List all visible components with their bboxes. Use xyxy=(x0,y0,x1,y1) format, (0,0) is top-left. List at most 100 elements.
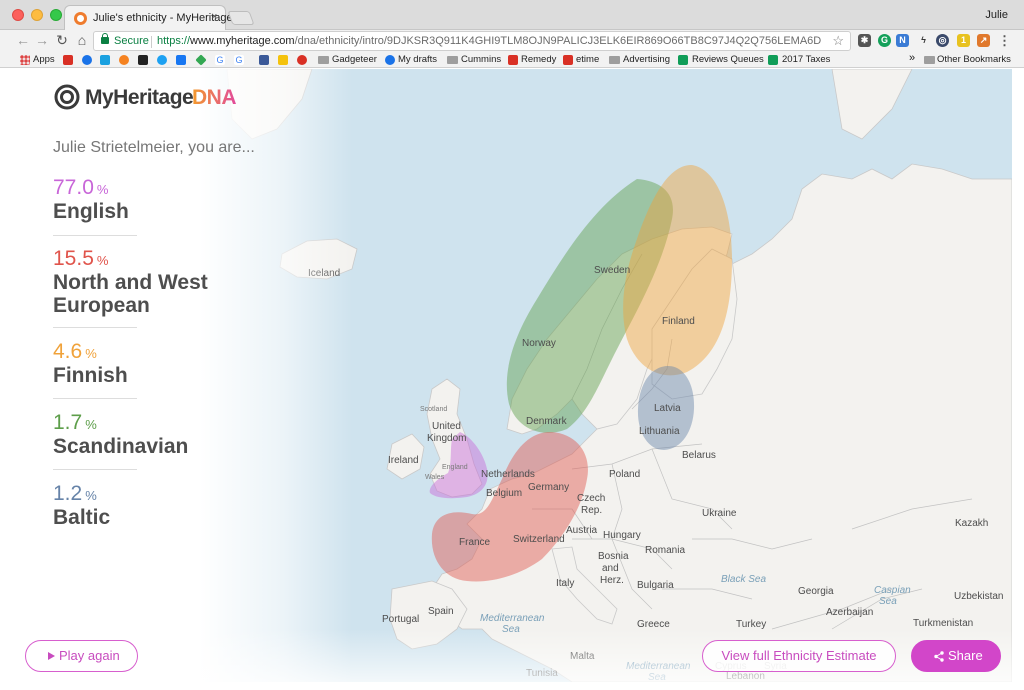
bookmark-etime[interactable]: etime xyxy=(576,54,599,65)
ethnicity-divider xyxy=(53,235,137,236)
myheritage-favicon-icon xyxy=(74,12,87,25)
drive-icon[interactable] xyxy=(195,54,207,66)
google-icon[interactable]: G xyxy=(215,55,225,65)
back-arrow-icon[interactable]: ← xyxy=(14,32,32,48)
map-label-finland: Finland xyxy=(662,316,695,327)
play-again-label: Play again xyxy=(59,648,120,663)
map-label-spain: Spain xyxy=(428,606,454,617)
minimize-window-button[interactable] xyxy=(31,9,43,21)
map-label-mediterranean-sea: Mediterranean xyxy=(480,613,545,624)
ethnicity-item-baltic[interactable]: 1.2% Baltic xyxy=(53,483,303,529)
maximize-window-button[interactable] xyxy=(50,9,62,21)
url-text[interactable]: https://www.myheritage.com/dna/ethnicity… xyxy=(157,35,822,47)
map-label-bulgaria: Bulgaria xyxy=(637,580,674,591)
bookmark-2017-taxes[interactable]: 2017 Taxes xyxy=(782,54,830,65)
bookmark-blue-icon[interactable] xyxy=(100,55,110,65)
ethnicity-percent: 15.5% xyxy=(53,248,303,271)
folder-icon xyxy=(924,56,935,64)
map-label-portugal: Portugal xyxy=(382,614,419,625)
bookmark-apps[interactable]: Apps xyxy=(33,54,55,65)
bookmarks-overflow-icon[interactable]: » xyxy=(909,52,915,64)
map-label-austria: Austria xyxy=(566,525,598,536)
map-label-england: England xyxy=(442,464,468,471)
ethnicity-percent-value: 77.0 xyxy=(53,176,94,199)
bookmark-star-icon[interactable]: ☆ xyxy=(832,33,844,49)
tab-close-icon[interactable]: × xyxy=(211,11,217,23)
sheet-icon xyxy=(768,55,778,65)
close-window-button[interactable] xyxy=(12,9,24,21)
grammarly-icon[interactable]: G xyxy=(878,34,891,47)
ethnicity-item-english[interactable]: 77.0% English xyxy=(53,177,303,223)
view-full-estimate-button[interactable]: View full Ethnicity Estimate xyxy=(702,640,896,672)
bookmark-yellow-icon[interactable] xyxy=(278,55,288,65)
bookmark-cummins[interactable]: Cummins xyxy=(461,54,501,65)
gear-icon[interactable] xyxy=(82,55,92,65)
facebook-icon[interactable] xyxy=(259,55,269,65)
ethnicity-divider xyxy=(53,398,137,399)
ethnicity-name: Baltic xyxy=(53,506,111,529)
new-tab-button[interactable] xyxy=(227,11,255,25)
gmail-icon[interactable] xyxy=(63,55,73,65)
reload-icon[interactable]: ↻ xyxy=(53,32,71,49)
bookmark-blue-2-icon[interactable] xyxy=(176,55,186,65)
secure-label: Secure xyxy=(114,35,149,47)
share-label: Share xyxy=(948,648,983,663)
ethnicity-item-finnish[interactable]: 4.6% Finnish xyxy=(53,341,303,387)
home-icon[interactable]: ⌂ xyxy=(73,32,91,48)
menu-dots-icon[interactable]: ⋮ xyxy=(998,33,1011,49)
bookmark-remedy[interactable]: Remedy xyxy=(521,54,556,65)
share-icon xyxy=(934,651,944,662)
map-label-netherlands: Netherlands xyxy=(481,469,535,480)
play-icon xyxy=(48,652,55,660)
myheritage-logo-icon xyxy=(54,84,80,110)
extension-chart-icon[interactable]: ↗ xyxy=(977,34,990,47)
bookmark-my-drafts[interactable]: My drafts xyxy=(398,54,437,65)
logo-brand-name: MyHeritage xyxy=(85,86,194,109)
map-label-czech-rep: Czech xyxy=(577,493,605,504)
sheet-icon xyxy=(678,55,688,65)
other-bookmarks[interactable]: Other Bookmarks xyxy=(937,54,1011,65)
extension-badge-icon[interactable]: 1 xyxy=(957,34,970,47)
map-label-united-kingdom: Kingdom xyxy=(427,433,466,444)
url-scheme: https:// xyxy=(157,35,191,47)
forward-arrow-icon[interactable]: → xyxy=(33,32,51,48)
tab-strip: Julie's ethnicity - MyHeritage × Julie xyxy=(0,0,1024,31)
url-host: www.myheritage.com xyxy=(190,35,295,47)
twitter-icon[interactable] xyxy=(157,55,167,65)
ethnicity-item-north-west-european[interactable]: 15.5% North and West European xyxy=(53,248,303,317)
ethnicity-percent: 1.2% xyxy=(53,483,303,506)
play-again-button[interactable]: Play again xyxy=(25,640,138,672)
extension-circle-icon[interactable]: ◎ xyxy=(936,34,949,47)
extension-new-icon[interactable]: N xyxy=(896,34,909,47)
map-label-czech-rep: Rep. xyxy=(581,505,602,516)
map-label-france: France xyxy=(459,537,491,548)
extension-gear-icon[interactable]: ✱ xyxy=(858,34,871,47)
share-button[interactable]: Share xyxy=(911,640,1001,672)
ethnicity-name: Finnish xyxy=(53,364,128,387)
ethnicity-divider xyxy=(53,327,137,328)
logo-dna-text: DNA xyxy=(192,86,237,109)
google-plus-icon[interactable] xyxy=(297,55,307,65)
browser-window: Julie's ethnicity - MyHeritage × Julie ←… xyxy=(0,0,1024,690)
ethnicity-divider xyxy=(53,469,137,470)
percent-unit: % xyxy=(96,253,109,268)
profile-name[interactable]: Julie xyxy=(985,9,1008,21)
map-label-kazakh: Kazakh xyxy=(955,518,988,529)
map-label-norway: Norway xyxy=(522,338,556,349)
bookmark-dark-icon[interactable] xyxy=(138,55,148,65)
bookmark-orange-icon[interactable] xyxy=(119,55,129,65)
lightning-icon[interactable]: ϟ xyxy=(917,34,930,47)
browser-tab[interactable]: Julie's ethnicity - MyHeritage × xyxy=(64,5,233,31)
bookmark-gadgeteer[interactable]: Gadgeteer xyxy=(332,54,377,65)
map-label-black-sea: Black Sea xyxy=(721,574,766,585)
map-label-lithuania: Lithuania xyxy=(639,426,680,437)
ethnicity-item-scandinavian[interactable]: 1.7% Scandinavian xyxy=(53,412,303,458)
google-2-icon[interactable]: G xyxy=(234,55,244,65)
folder-icon xyxy=(609,56,620,64)
bookmark-reviews-queues[interactable]: Reviews Queues xyxy=(692,54,764,65)
map-label-uzbekistan: Uzbekistan xyxy=(954,591,1003,602)
ethnicity-percent: 4.6% xyxy=(53,341,303,364)
bookmark-advertising[interactable]: Advertising xyxy=(623,54,670,65)
ethnicity-percent-value: 15.5 xyxy=(53,247,94,270)
address-bar[interactable]: Secure https://www.myheritage.com/dna/et… xyxy=(93,31,851,51)
